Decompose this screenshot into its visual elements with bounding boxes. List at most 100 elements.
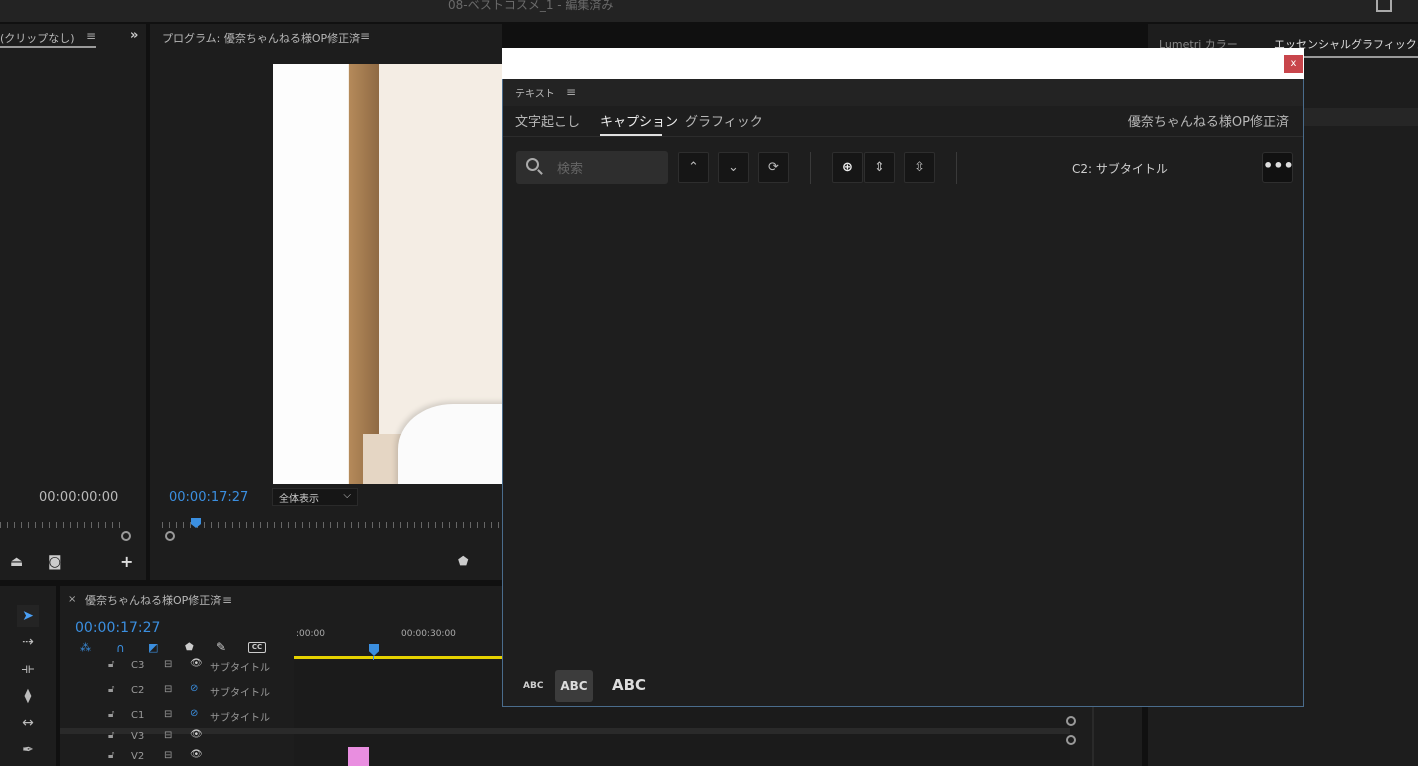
add-marker-icon[interactable]: ⬟: [185, 642, 194, 653]
timeline-sequence-tab[interactable]: 優奈ちゃんねる様OP修正済: [85, 592, 221, 608]
timeline-playhead[interactable]: [369, 644, 379, 656]
share-icon[interactable]: [1376, 0, 1392, 12]
ripple-edit-tool-icon[interactable]: ⟛: [17, 658, 39, 680]
replace-button[interactable]: ⟳: [758, 152, 789, 183]
tools-panel: ➤ ⇢ ⟛ ⧫ ↔ ✒: [0, 586, 56, 766]
program-menu-icon[interactable]: ≡: [360, 29, 370, 43]
track-name: C1: [131, 710, 145, 721]
chevron-up-icon: ⌃: [688, 160, 699, 175]
marker-icon[interactable]: ⬟: [458, 554, 468, 568]
track-output-icon[interactable]: ⊟: [164, 684, 172, 695]
add-button-icon[interactable]: +: [120, 552, 133, 571]
track-headers: 🔓︎ C3 ⊟ 👁︎ サブタイトル 🔓︎ C2 ⊟ ⊘ サブタイトル 🔓︎ C1…: [60, 654, 294, 766]
track-row-c3[interactable]: 🔓︎ C3 ⊟ 👁︎ サブタイトル: [60, 654, 294, 678]
track-label: サブタイトル: [210, 663, 270, 674]
text-panel-dialog: テキスト ≡ 文字起こし キャプション グラフィック 優奈ちゃんねる様OP修正済…: [502, 79, 1304, 707]
text-size-medium-button[interactable]: ABC: [555, 670, 593, 702]
overwrite-icon[interactable]: ⏏: [10, 554, 23, 570]
clip[interactable]: [348, 747, 369, 766]
wrench-icon[interactable]: ✎: [216, 640, 226, 654]
tab-graphics[interactable]: グラフィック: [685, 111, 763, 130]
snap-icon[interactable]: ∩: [116, 641, 125, 655]
eye-hidden-icon[interactable]: ⊘: [190, 708, 198, 719]
camera-icon[interactable]: ◙: [48, 554, 62, 570]
merge-caption-button[interactable]: ⇳: [904, 152, 935, 183]
nest-icon[interactable]: ⁂: [80, 641, 91, 654]
text-size-small-button[interactable]: ABC: [523, 681, 543, 691]
sequence-name: 優奈ちゃんねる様OP修正済: [1127, 115, 1289, 130]
source-menu-icon[interactable]: ≡: [86, 29, 96, 43]
linked-selection-icon[interactable]: ◩: [148, 641, 158, 654]
tab-captions[interactable]: キャプション: [600, 111, 678, 130]
more-options-button[interactable]: •••: [1262, 152, 1294, 183]
caption-track-label: C2: サブタイトル: [1072, 162, 1168, 176]
search-field[interactable]: 検索: [516, 151, 668, 184]
search-input[interactable]: 検索: [557, 158, 583, 177]
program-ruler[interactable]: [162, 522, 502, 528]
chevron-down-icon: ⌄: [728, 160, 739, 175]
next-caption-button[interactable]: ⌄: [718, 152, 749, 183]
lock-icon[interactable]: 🔓︎: [108, 750, 114, 761]
track-scroll-handle[interactable]: [1066, 735, 1076, 745]
source-ruler[interactable]: [0, 522, 124, 528]
active-tab-underline: [600, 134, 662, 136]
panel-expand-icon[interactable]: »: [130, 28, 138, 43]
text-panel-title: テキスト: [515, 89, 555, 100]
track-scroll-handle[interactable]: [1066, 716, 1076, 726]
timeline-menu-icon[interactable]: ≡: [222, 593, 232, 607]
ruler-label-30s: 00:00:30:00: [401, 629, 456, 639]
lock-icon[interactable]: 🔓︎: [108, 659, 114, 670]
source-monitor-tab[interactable]: (クリップなし): [0, 30, 75, 46]
razor-tool-icon[interactable]: ⧫: [17, 685, 39, 707]
program-in-point[interactable]: [165, 531, 175, 541]
eye-icon[interactable]: 👁︎: [190, 749, 203, 760]
track-select-tool-icon[interactable]: ⇢: [17, 631, 39, 653]
text-panel-menu-icon[interactable]: ≡: [566, 85, 576, 99]
toolbar-separator: [810, 152, 811, 184]
eye-icon[interactable]: 👁︎: [190, 658, 203, 669]
lock-icon[interactable]: 🔓︎: [108, 730, 114, 741]
dialog-title-bar[interactable]: [502, 48, 1304, 79]
track-output-icon[interactable]: ⊟: [164, 750, 172, 761]
track-output-icon[interactable]: ⊟: [164, 659, 172, 670]
lock-icon[interactable]: 🔓︎: [108, 684, 114, 695]
captions-icon[interactable]: CC: [248, 642, 266, 653]
program-video-frame: [273, 64, 502, 484]
source-timecode[interactable]: 00:00:00:00: [39, 490, 118, 505]
timeline-close-icon[interactable]: ×: [68, 594, 76, 605]
program-timecode[interactable]: 00:00:17:27: [169, 490, 248, 505]
chevron-down-icon: ⌵: [343, 490, 351, 501]
add-caption-button[interactable]: ⊕: [832, 152, 863, 183]
lock-icon[interactable]: 🔓︎: [108, 709, 114, 720]
cloth: [398, 404, 502, 484]
track-output-icon[interactable]: ⊟: [164, 730, 172, 741]
door: [349, 64, 379, 484]
slip-tool-icon[interactable]: ↔: [17, 712, 39, 734]
track-label: サブタイトル: [210, 688, 270, 699]
timeline-timecode[interactable]: 00:00:17:27: [75, 620, 160, 636]
merge-icon: ⇳: [914, 160, 925, 175]
program-monitor-tab[interactable]: プログラム: 優奈ちゃんねる様OP修正済: [162, 30, 360, 46]
eye-icon[interactable]: 👁︎: [190, 729, 203, 740]
eye-hidden-icon[interactable]: ⊘: [190, 683, 198, 694]
pen-tool-icon[interactable]: ✒: [17, 739, 39, 761]
work-area-bar[interactable]: [294, 656, 502, 659]
tab-transcript[interactable]: 文字起こし: [515, 111, 580, 130]
zoom-select[interactable]: 全体表示 ⌵: [272, 488, 358, 506]
source-playhead-end[interactable]: [121, 531, 131, 541]
track-row-c2[interactable]: 🔓︎ C2 ⊟ ⊘ サブタイトル: [60, 679, 294, 703]
text-size-large-button[interactable]: ABC: [612, 676, 646, 694]
selection-tool-icon[interactable]: ➤: [17, 605, 39, 627]
source-monitor-panel: (クリップなし) ≡ » 00:00:00:00 ⏏ ◙ +: [0, 24, 146, 580]
app-title-bar: 08-ベストコスメ_1 - 編集済み: [0, 0, 1418, 22]
track-row-c1[interactable]: 🔓︎ C1 ⊟ ⊘ サブタイトル: [60, 704, 294, 728]
previous-caption-button[interactable]: ⌃: [678, 152, 709, 183]
track-row-v2[interactable]: 🔓︎ V2 ⊟ 👁︎: [60, 749, 294, 766]
split-caption-button[interactable]: ⇕: [864, 152, 895, 183]
track-output-icon[interactable]: ⊟: [164, 709, 172, 720]
app-title: 08-ベストコスメ_1 - 編集済み: [448, 0, 614, 12]
close-button[interactable]: x: [1284, 55, 1303, 73]
track-row-v3[interactable]: 🔓︎ V3 ⊟ 👁︎: [60, 729, 294, 746]
track-name: C3: [131, 660, 145, 671]
track-label: サブタイトル: [210, 713, 270, 724]
